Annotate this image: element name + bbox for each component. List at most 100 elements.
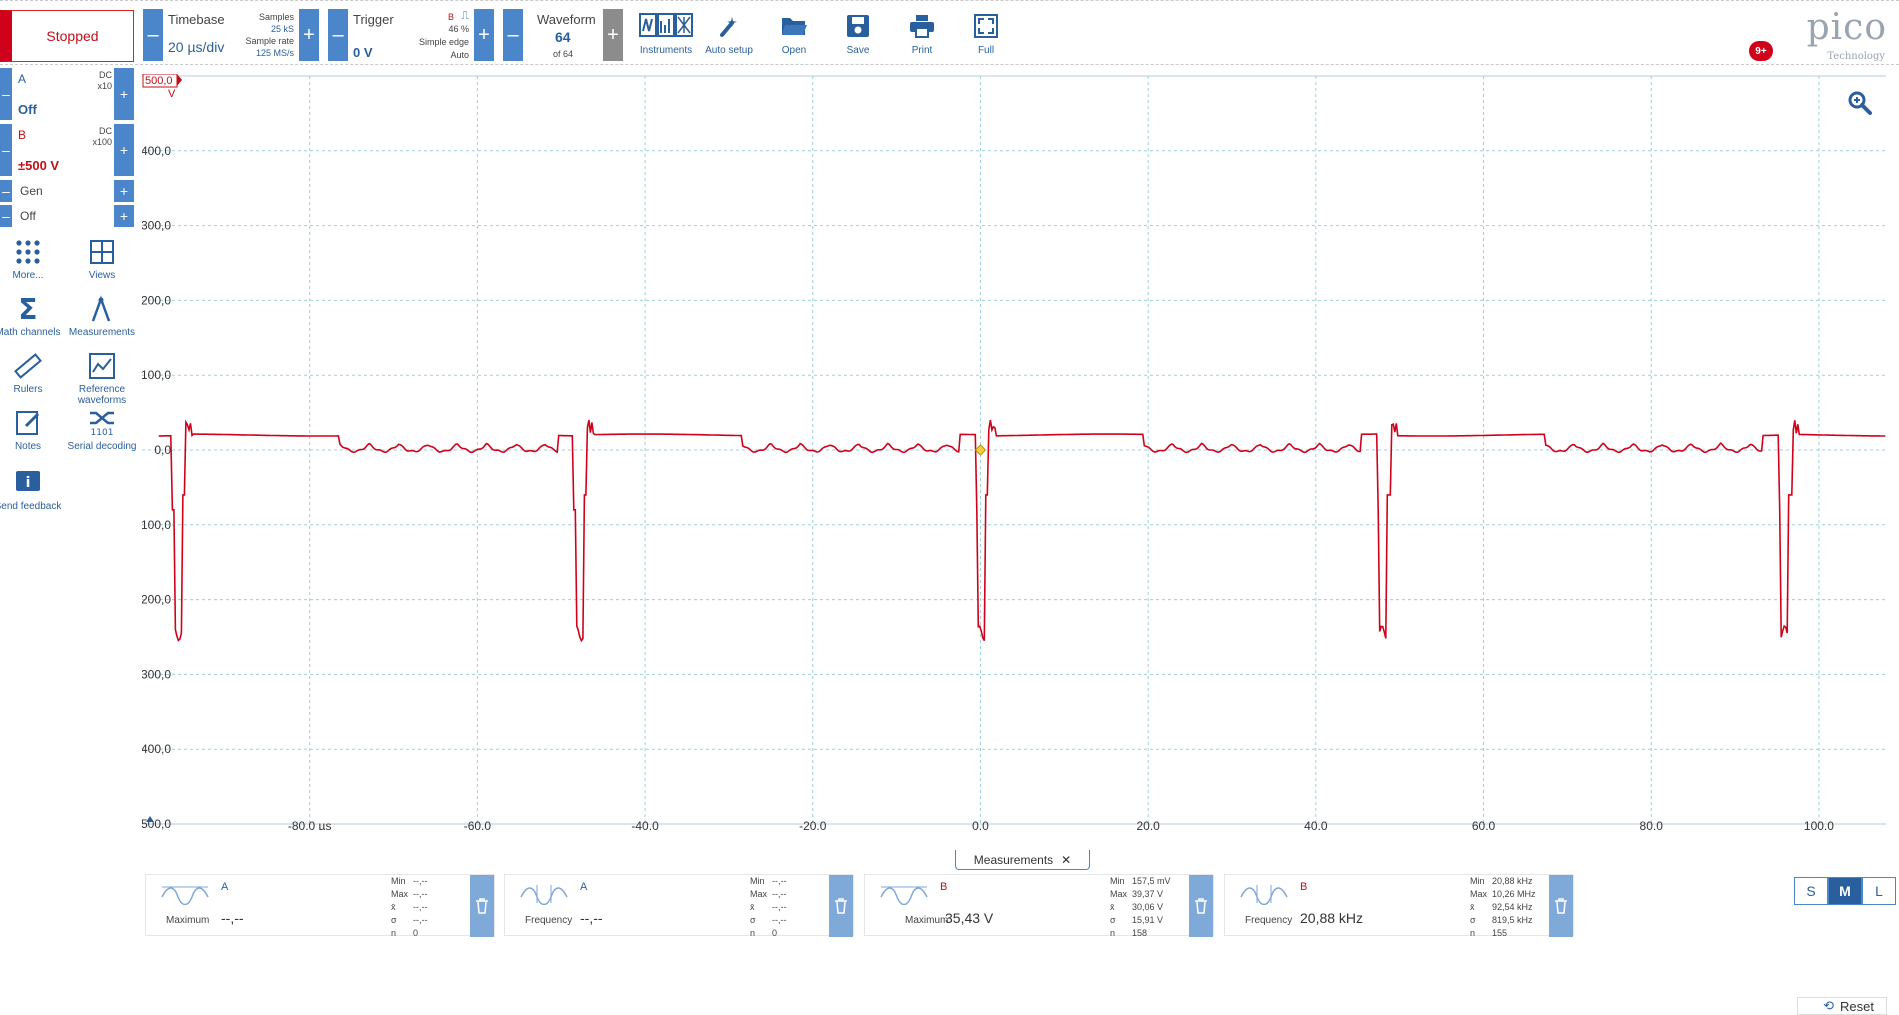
save-label: Save <box>846 45 870 56</box>
channel-a-range[interactable]: Off <box>18 102 37 117</box>
delete-measurement-button[interactable] <box>1549 875 1573 937</box>
channel-a-increase-button[interactable]: + <box>114 68 134 120</box>
measurement-card[interactable]: A Frequency --,-- Min --,-- Max --,-- x̄ --… <box>504 874 854 938</box>
measurement-card[interactable]: A Maximum --,-- Min --,-- Max --,-- x̄ --,-… <box>145 874 495 938</box>
save-icon <box>847 15 869 37</box>
math-channels-button[interactable]: Σ Math channels <box>0 295 63 338</box>
send-feedback-button[interactable]: i Send feedback <box>0 469 63 512</box>
trigger-marker <box>974 444 987 456</box>
gen-increase-button[interactable]: + <box>114 180 134 202</box>
gen-off-increase-button[interactable]: + <box>114 205 134 227</box>
channel-b-control: – B DC x100 ±500 V + <box>0 124 134 176</box>
print-icon <box>910 15 934 38</box>
x-tick-label: 60,0 <box>1472 819 1496 830</box>
run-stop-button[interactable]: Stopped <box>0 10 134 62</box>
size-large-button[interactable]: L <box>1862 877 1896 905</box>
samples-label: Samples <box>258 12 294 22</box>
oscilloscope-plot[interactable]: -80,0 µs -60,0 -40,0 -20,0 0,0 20,0 40,0 60,0 80… <box>142 74 1886 830</box>
serial-decoding-icon: 1101 <box>90 411 114 437</box>
channel-b-range[interactable]: ±500 V <box>18 158 59 173</box>
waveform-count: of 64 <box>553 49 574 59</box>
timebase-decrease-button[interactable]: – <box>143 9 163 61</box>
trigger-decrease-button[interactable]: – <box>328 9 348 61</box>
sample-rate-label: Sample rate <box>245 36 294 46</box>
x-tick-label: 40,0 <box>1304 819 1328 830</box>
timebase-value[interactable]: 20 µs/div <box>168 39 224 55</box>
save-button[interactable]: Save <box>827 9 889 61</box>
measurements-tab[interactable]: Measurements ✕ <box>955 850 1090 870</box>
y-tick-label: 400,0 <box>142 144 171 158</box>
size-small-button[interactable]: S <box>1794 877 1828 905</box>
x-tick-label: 80,0 <box>1640 819 1664 830</box>
more-button[interactable]: More... <box>0 238 63 281</box>
measurements-tab-label: Measurements <box>973 852 1054 867</box>
instruments-button[interactable]: Instruments <box>635 9 697 61</box>
fullscreen-button[interactable]: Full <box>955 9 1017 61</box>
zoom-icon[interactable] <box>1847 90 1873 116</box>
logo-word: pico <box>1806 7 1887 48</box>
trigger-increase-button[interactable]: + <box>474 9 494 61</box>
waveform-next-button[interactable]: + <box>603 9 623 61</box>
delete-measurement-button[interactable] <box>829 875 853 937</box>
notes-button[interactable]: Notes <box>0 409 63 452</box>
toolbar-divider <box>0 64 1899 65</box>
gen-label: Gen <box>20 184 43 198</box>
channel-b-decrease-button[interactable]: – <box>0 124 12 176</box>
y-tick-label: 300,0 <box>142 219 171 233</box>
x-tick-label: 0,0 <box>972 819 989 830</box>
views-label: Views <box>88 270 116 281</box>
sigma-icon: Σ <box>18 295 37 323</box>
y-tick-label: -300,0 <box>142 667 171 681</box>
notifications-badge[interactable]: 9+ <box>1749 41 1773 61</box>
y-tick-label: -100,0 <box>142 518 171 532</box>
gen-off-decrease-button[interactable]: – <box>0 205 12 227</box>
timebase-increase-button[interactable]: + <box>299 9 319 61</box>
measurement-channel: A <box>580 881 588 893</box>
views-button[interactable]: Views <box>67 238 137 281</box>
waveform-number[interactable]: 64 <box>555 29 571 45</box>
channel-a-coupling: DC <box>99 70 112 80</box>
measurements-button[interactable]: Measurements <box>67 295 137 338</box>
x-tick-label: -80,0 µs <box>288 819 332 830</box>
y-tick-label: 100,0 <box>142 368 171 382</box>
notes-label: Notes <box>14 441 42 452</box>
open-button[interactable]: Open <box>763 9 825 61</box>
reference-waveforms-icon <box>89 353 115 379</box>
trigger-type: Simple edge <box>418 37 469 47</box>
reset-button[interactable]: ⟲ Reset <box>1797 997 1887 1015</box>
svg-text:i: i <box>26 475 31 491</box>
channel-a-decrease-button[interactable]: – <box>0 68 12 120</box>
size-medium-button[interactable]: M <box>1828 877 1862 905</box>
measurement-value: --,-- <box>580 910 603 926</box>
channel-b-probe: x100 <box>92 137 112 147</box>
measurements-icon <box>91 295 111 322</box>
x-tick-label: -40,0 <box>631 819 659 830</box>
measurement-value: --,-- <box>221 910 244 926</box>
pico-logo: pico Technology <box>1777 7 1887 62</box>
trigger-level-value[interactable]: 0 V <box>353 45 373 60</box>
gen-decrease-button[interactable]: – <box>0 180 12 202</box>
measurement-size-selector: S M L <box>1794 877 1896 905</box>
reference-waveforms-label: Reference waveforms <box>77 384 127 406</box>
serial-decoding-button[interactable]: 1101 Serial decoding <box>67 409 137 452</box>
delete-measurement-button[interactable] <box>1189 875 1213 937</box>
channel-a-probe: x10 <box>97 81 112 91</box>
channel-b-increase-button[interactable]: + <box>114 124 134 176</box>
measurement-card[interactable]: B Maximum 35,43 V Min 157,5 mV Max 39,37 V… <box>864 874 1214 938</box>
rulers-button[interactable]: Rulers <box>0 352 63 395</box>
print-label: Print <box>911 45 933 56</box>
delete-measurement-button[interactable] <box>470 875 494 937</box>
waveform-previous-button[interactable]: – <box>503 9 523 61</box>
series-b-waveform <box>158 419 1886 643</box>
trash-icon <box>1555 898 1567 914</box>
close-icon[interactable]: ✕ <box>1061 853 1071 867</box>
reference-waveforms-button[interactable]: Reference waveforms <box>67 352 137 406</box>
auto-setup-button[interactable]: Auto setup <box>698 9 760 61</box>
gen-value[interactable]: Off <box>20 209 36 223</box>
measurement-card[interactable]: B Frequency 20,88 kHz Min 20,88 kHz Max 10… <box>1224 874 1574 938</box>
auto-setup-icon <box>720 17 737 37</box>
y-tick-label: -400,0 <box>142 742 171 756</box>
print-button[interactable]: Print <box>891 9 953 61</box>
trash-icon <box>1195 898 1207 914</box>
measurement-stats: Min 157,5 mV Max 39,37 V x̄ 30,06 V σ 15,91 … <box>1110 876 1171 938</box>
